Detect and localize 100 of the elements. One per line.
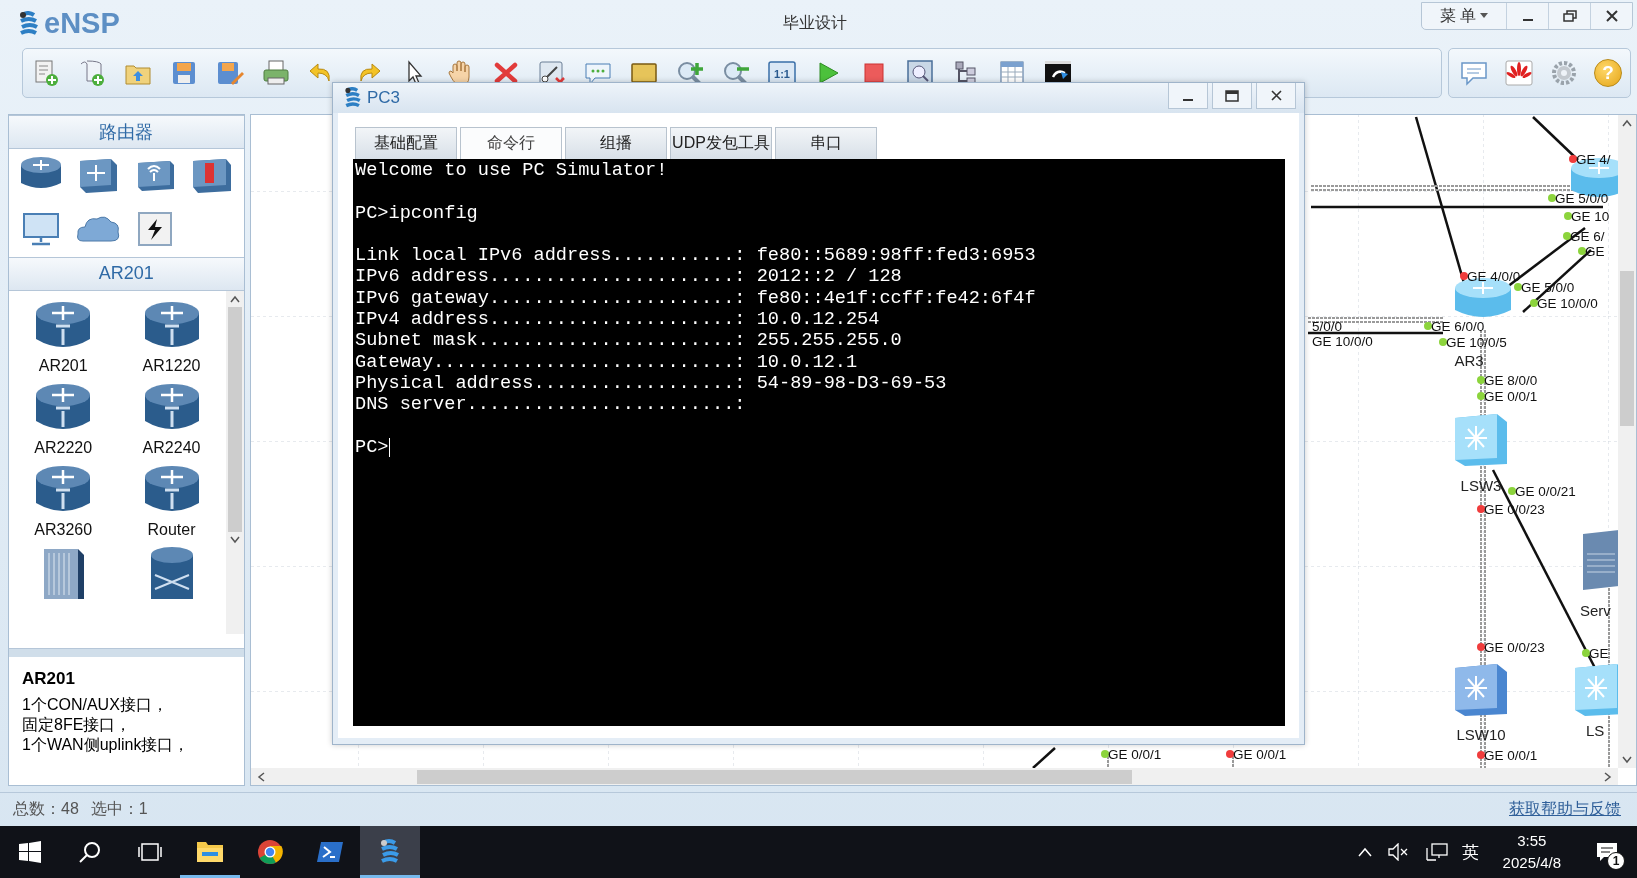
app-name: eNSP bbox=[44, 7, 120, 41]
help-link[interactable]: 获取帮助与反馈 bbox=[1509, 799, 1621, 820]
port-label: GE 10/0/0 bbox=[1311, 333, 1373, 349]
port-label: GE 4/ bbox=[1575, 151, 1611, 167]
device-model-item[interactable]: AR2220 bbox=[9, 380, 118, 457]
maximize-icon bbox=[1225, 89, 1239, 102]
port-label: GE 10 bbox=[1570, 208, 1609, 224]
scroll-left-icon bbox=[256, 771, 265, 782]
port-label: GE 0/0/1 bbox=[1483, 388, 1537, 404]
scrollbar[interactable] bbox=[1618, 114, 1636, 768]
app-logo-icon bbox=[18, 10, 40, 37]
terminal-line: PC> bbox=[355, 436, 389, 459]
app-logo-icon bbox=[378, 837, 402, 864]
scrollbar-thumb[interactable] bbox=[227, 306, 242, 532]
device-model-item[interactable]: AR2240 bbox=[117, 380, 226, 457]
device-model-item[interactable]: Router bbox=[117, 462, 226, 539]
print-icon bbox=[261, 58, 291, 87]
shell-icon bbox=[316, 841, 344, 863]
device-model-item[interactable]: AR201 bbox=[9, 298, 118, 375]
terminal[interactable] bbox=[353, 159, 1285, 726]
device-label: LSW10 bbox=[1456, 725, 1506, 743]
device-label: LS bbox=[1585, 721, 1605, 739]
notifications-button[interactable]: 1 bbox=[1587, 832, 1627, 872]
tab[interactable]: 基础配置 bbox=[355, 127, 457, 159]
tab[interactable]: 命令行 bbox=[460, 127, 562, 159]
close-icon bbox=[1605, 10, 1618, 22]
port-label: GE 0/0/1 bbox=[1483, 747, 1537, 763]
tab[interactable]: 串口 bbox=[775, 127, 877, 159]
window-title: 毕业设计 bbox=[783, 13, 847, 34]
terminal-line: PC>ipconfig bbox=[355, 202, 478, 224]
close-icon bbox=[1270, 90, 1282, 101]
terminal-line: Link local IPv6 address...........: fe80::5689:98ff:fed3:6953 bbox=[355, 245, 1036, 267]
port-label: 5/0/0 bbox=[1311, 318, 1342, 334]
details-text: 1个WAN侧uplink接口， bbox=[22, 735, 191, 756]
port-label: GE 0/0/23 bbox=[1483, 639, 1545, 655]
dialog-title: PC3 bbox=[367, 88, 401, 108]
clock-date[interactable]: 2025/4/8 bbox=[1502, 852, 1561, 874]
port-label: GE 6/0/0 bbox=[1430, 318, 1484, 334]
device-model-item[interactable]: AR1220 bbox=[117, 298, 226, 375]
ensp-taskbar-button[interactable] bbox=[360, 826, 420, 878]
details-text: 固定8FE接口， bbox=[22, 715, 133, 736]
category-header: 路由器 bbox=[9, 114, 244, 149]
scroll-right-icon bbox=[1604, 771, 1612, 782]
port-label: GE 0/0/1 bbox=[1232, 746, 1286, 762]
settings-icon bbox=[1549, 58, 1579, 87]
scroll-down-icon bbox=[229, 535, 240, 544]
port-label: GE bbox=[1588, 645, 1609, 661]
minimize-icon bbox=[1522, 19, 1533, 21]
restore-icon bbox=[1562, 10, 1577, 22]
details-text: 1个CON/AUX接口， bbox=[22, 695, 169, 716]
text-cursor bbox=[389, 438, 391, 457]
scrollbar-thumb[interactable] bbox=[416, 769, 1132, 784]
device-label: LSW3 bbox=[1460, 476, 1502, 494]
tab[interactable]: 组播 bbox=[565, 127, 667, 159]
port-label: GE bbox=[1584, 243, 1605, 259]
scroll-down-icon bbox=[1622, 755, 1632, 764]
maximize-button[interactable] bbox=[1212, 83, 1252, 109]
device-model-item[interactable]: AR3260 bbox=[9, 462, 118, 539]
port-label: GE 10/0/0 bbox=[1536, 295, 1598, 311]
fit-label: 1:1 bbox=[774, 67, 790, 80]
scrollbar[interactable] bbox=[250, 768, 1618, 786]
selected-count: 选中：1 bbox=[90, 799, 148, 819]
chevron-up-icon[interactable] bbox=[1357, 847, 1372, 857]
terminal-line: IPv6 address......................: 2012::2 / 128 bbox=[355, 266, 902, 288]
scroll-up-icon bbox=[229, 294, 240, 303]
browser-icon bbox=[257, 839, 283, 865]
device-label: AR3 bbox=[1454, 351, 1484, 369]
model-header: AR201 bbox=[9, 256, 244, 291]
vendor-button[interactable] bbox=[1504, 57, 1534, 88]
input-method-indicator[interactable]: 英 bbox=[1461, 840, 1479, 864]
notification-count: 1 bbox=[1607, 852, 1625, 870]
terminal-line: Gateway...........................: 10.0.12.1 bbox=[355, 351, 858, 373]
terminal-line: Welcome to use PC Simulator! bbox=[355, 160, 668, 182]
network-icon[interactable] bbox=[1425, 843, 1448, 861]
port-label: GE 0/0/1 bbox=[1107, 746, 1161, 762]
port-label: GE 0/0/21 bbox=[1514, 483, 1576, 499]
total-count: 总数：48 bbox=[13, 799, 79, 819]
search-icon bbox=[79, 841, 101, 863]
terminal-line: IPv4 address......................: 10.0.12.254 bbox=[355, 309, 880, 331]
tab[interactable]: UDP发包工具 bbox=[670, 127, 772, 159]
speaker-muted-icon[interactable] bbox=[1387, 843, 1410, 861]
scroll-up-icon bbox=[1622, 118, 1632, 127]
details-title: AR201 bbox=[22, 669, 76, 690]
windows-icon bbox=[19, 841, 41, 863]
caret-icon bbox=[1480, 13, 1489, 19]
print-button[interactable] bbox=[261, 57, 291, 88]
terminal-line: Physical address..................: 54-89-98-D3-69-53 bbox=[355, 372, 947, 395]
terminal-line: DNS server........................: bbox=[355, 394, 746, 416]
scrollbar-thumb[interactable] bbox=[1620, 270, 1634, 426]
port-label: GE 10/0/5 bbox=[1445, 334, 1507, 350]
device-label: Serv bbox=[1579, 601, 1611, 619]
clock-time[interactable]: 3:55 bbox=[1517, 830, 1547, 852]
terminal-line: IPv6 gateway......................: fe80::4e1f:ccff:fe42:6f4f bbox=[355, 287, 1036, 310]
port-label: GE 8/0/0 bbox=[1483, 372, 1537, 388]
scrollbar[interactable] bbox=[225, 290, 244, 634]
terminal-line: Subnet mask.......................: 255.255.255.0 bbox=[355, 330, 902, 352]
close-button[interactable] bbox=[1256, 83, 1296, 109]
petal-logo-icon bbox=[1504, 58, 1534, 87]
link-line bbox=[1031, 746, 1056, 768]
app-logo-icon bbox=[343, 87, 363, 109]
